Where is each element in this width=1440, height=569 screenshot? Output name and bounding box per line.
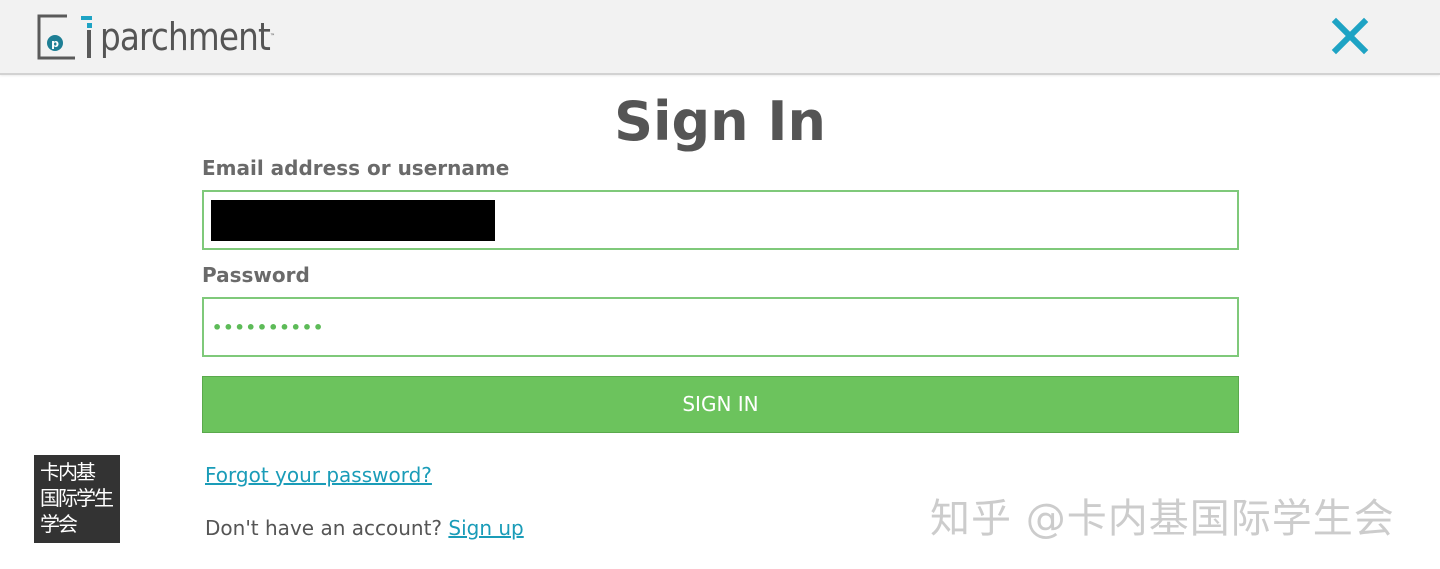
page-title: Sign In [614,90,826,153]
password-input[interactable] [204,299,1237,355]
password-field[interactable] [202,297,1239,357]
forgot-password-link[interactable]: Forgot your password? [205,461,432,489]
redacted-email-value [211,200,495,241]
close-icon [1331,17,1369,55]
signup-prompt: Don't have an account? Sign up [205,514,524,542]
close-button[interactable] [1328,14,1372,58]
badge-line: 学会 [40,512,78,536]
sign-up-link[interactable]: Sign up [448,516,523,540]
watermark-text: 知乎 @卡内基国际学生会 [930,496,1395,542]
parchment-logo[interactable]: p parchment™ [37,14,303,60]
no-account-text: Don't have an account? [205,516,443,540]
password-label: Password [202,263,310,287]
sign-in-button[interactable]: SIGN IN [202,376,1239,433]
email-label: Email address or username [202,156,510,180]
email-field[interactable] [202,190,1239,250]
parchment-p-logo-icon: p [37,14,93,60]
logo-wordmark: parchment™ [100,15,275,59]
badge-line: 卡内基 [40,460,96,484]
svg-text:p: p [51,37,59,50]
top-bar: p parchment™ [0,0,1440,75]
badge-line: 国际学生 [40,486,114,510]
org-badge: 卡内基 国际学生 学会 [34,455,120,543]
